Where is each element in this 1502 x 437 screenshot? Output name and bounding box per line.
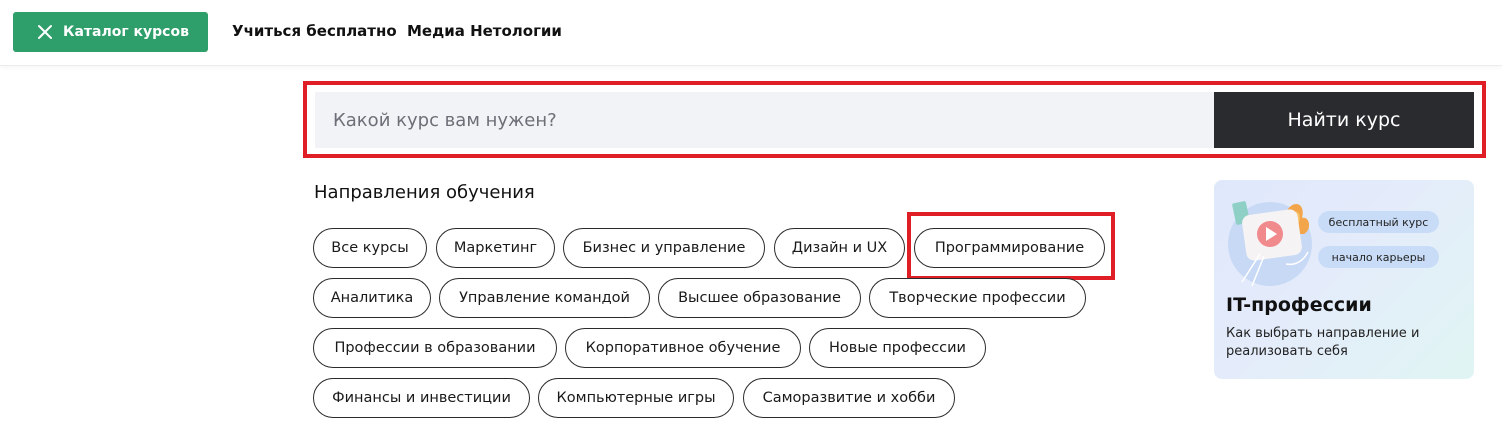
chip-team-management[interactable]: Управление командой (439, 278, 650, 318)
chip-education-professions[interactable]: Профессии в образовании (313, 328, 557, 368)
promo-tag-free-course: бесплатный курс (1318, 211, 1439, 233)
promo-title: IT-профессии (1226, 294, 1372, 316)
chip-analytics[interactable]: Аналитика (313, 278, 431, 318)
chip-computer-games[interactable]: Компьютерные игры (538, 378, 734, 418)
chip-creative-professions[interactable]: Творческие профессии (869, 278, 1086, 318)
search-input[interactable] (315, 92, 1214, 148)
chip-finance-investments[interactable]: Финансы и инвестиции (313, 378, 530, 418)
chip-business[interactable]: Бизнес и управление (563, 228, 765, 268)
promo-illustration (1228, 201, 1312, 287)
chip-design-ux[interactable]: Дизайн и UX (774, 228, 905, 268)
promo-card-it-professions[interactable]: бесплатный курс начало карьеры IT-профес… (1214, 180, 1474, 379)
chip-all-courses[interactable]: Все курсы (313, 228, 427, 268)
chip-marketing[interactable]: Маркетинг (436, 228, 555, 268)
chip-corporate-training[interactable]: Корпоративное обучение (565, 328, 801, 368)
promo-tag-career-start: начало карьеры (1318, 246, 1439, 268)
programming-highlight-frame (907, 212, 1115, 280)
catalog-button[interactable]: Каталог курсов (13, 12, 208, 52)
chip-self-development[interactable]: Саморазвитие и хобби (743, 378, 955, 418)
chip-new-professions[interactable]: Новые профессии (809, 328, 986, 368)
promo-description: Как выбрать направление и реализовать се… (1226, 326, 1420, 359)
nav-link-free-learning[interactable]: Учиться бесплатно (232, 22, 397, 40)
catalog-button-label: Каталог курсов (63, 24, 189, 40)
directions-title: Направления обучения (314, 182, 535, 203)
chip-higher-education[interactable]: Высшее образование (658, 278, 861, 318)
nav-link-media[interactable]: Медиа Нетологии (407, 22, 562, 40)
top-header: Каталог курсов Учиться бесплатно Медиа Н… (0, 0, 1502, 66)
close-icon (38, 25, 52, 39)
search-button[interactable]: Найти курс (1214, 92, 1474, 148)
